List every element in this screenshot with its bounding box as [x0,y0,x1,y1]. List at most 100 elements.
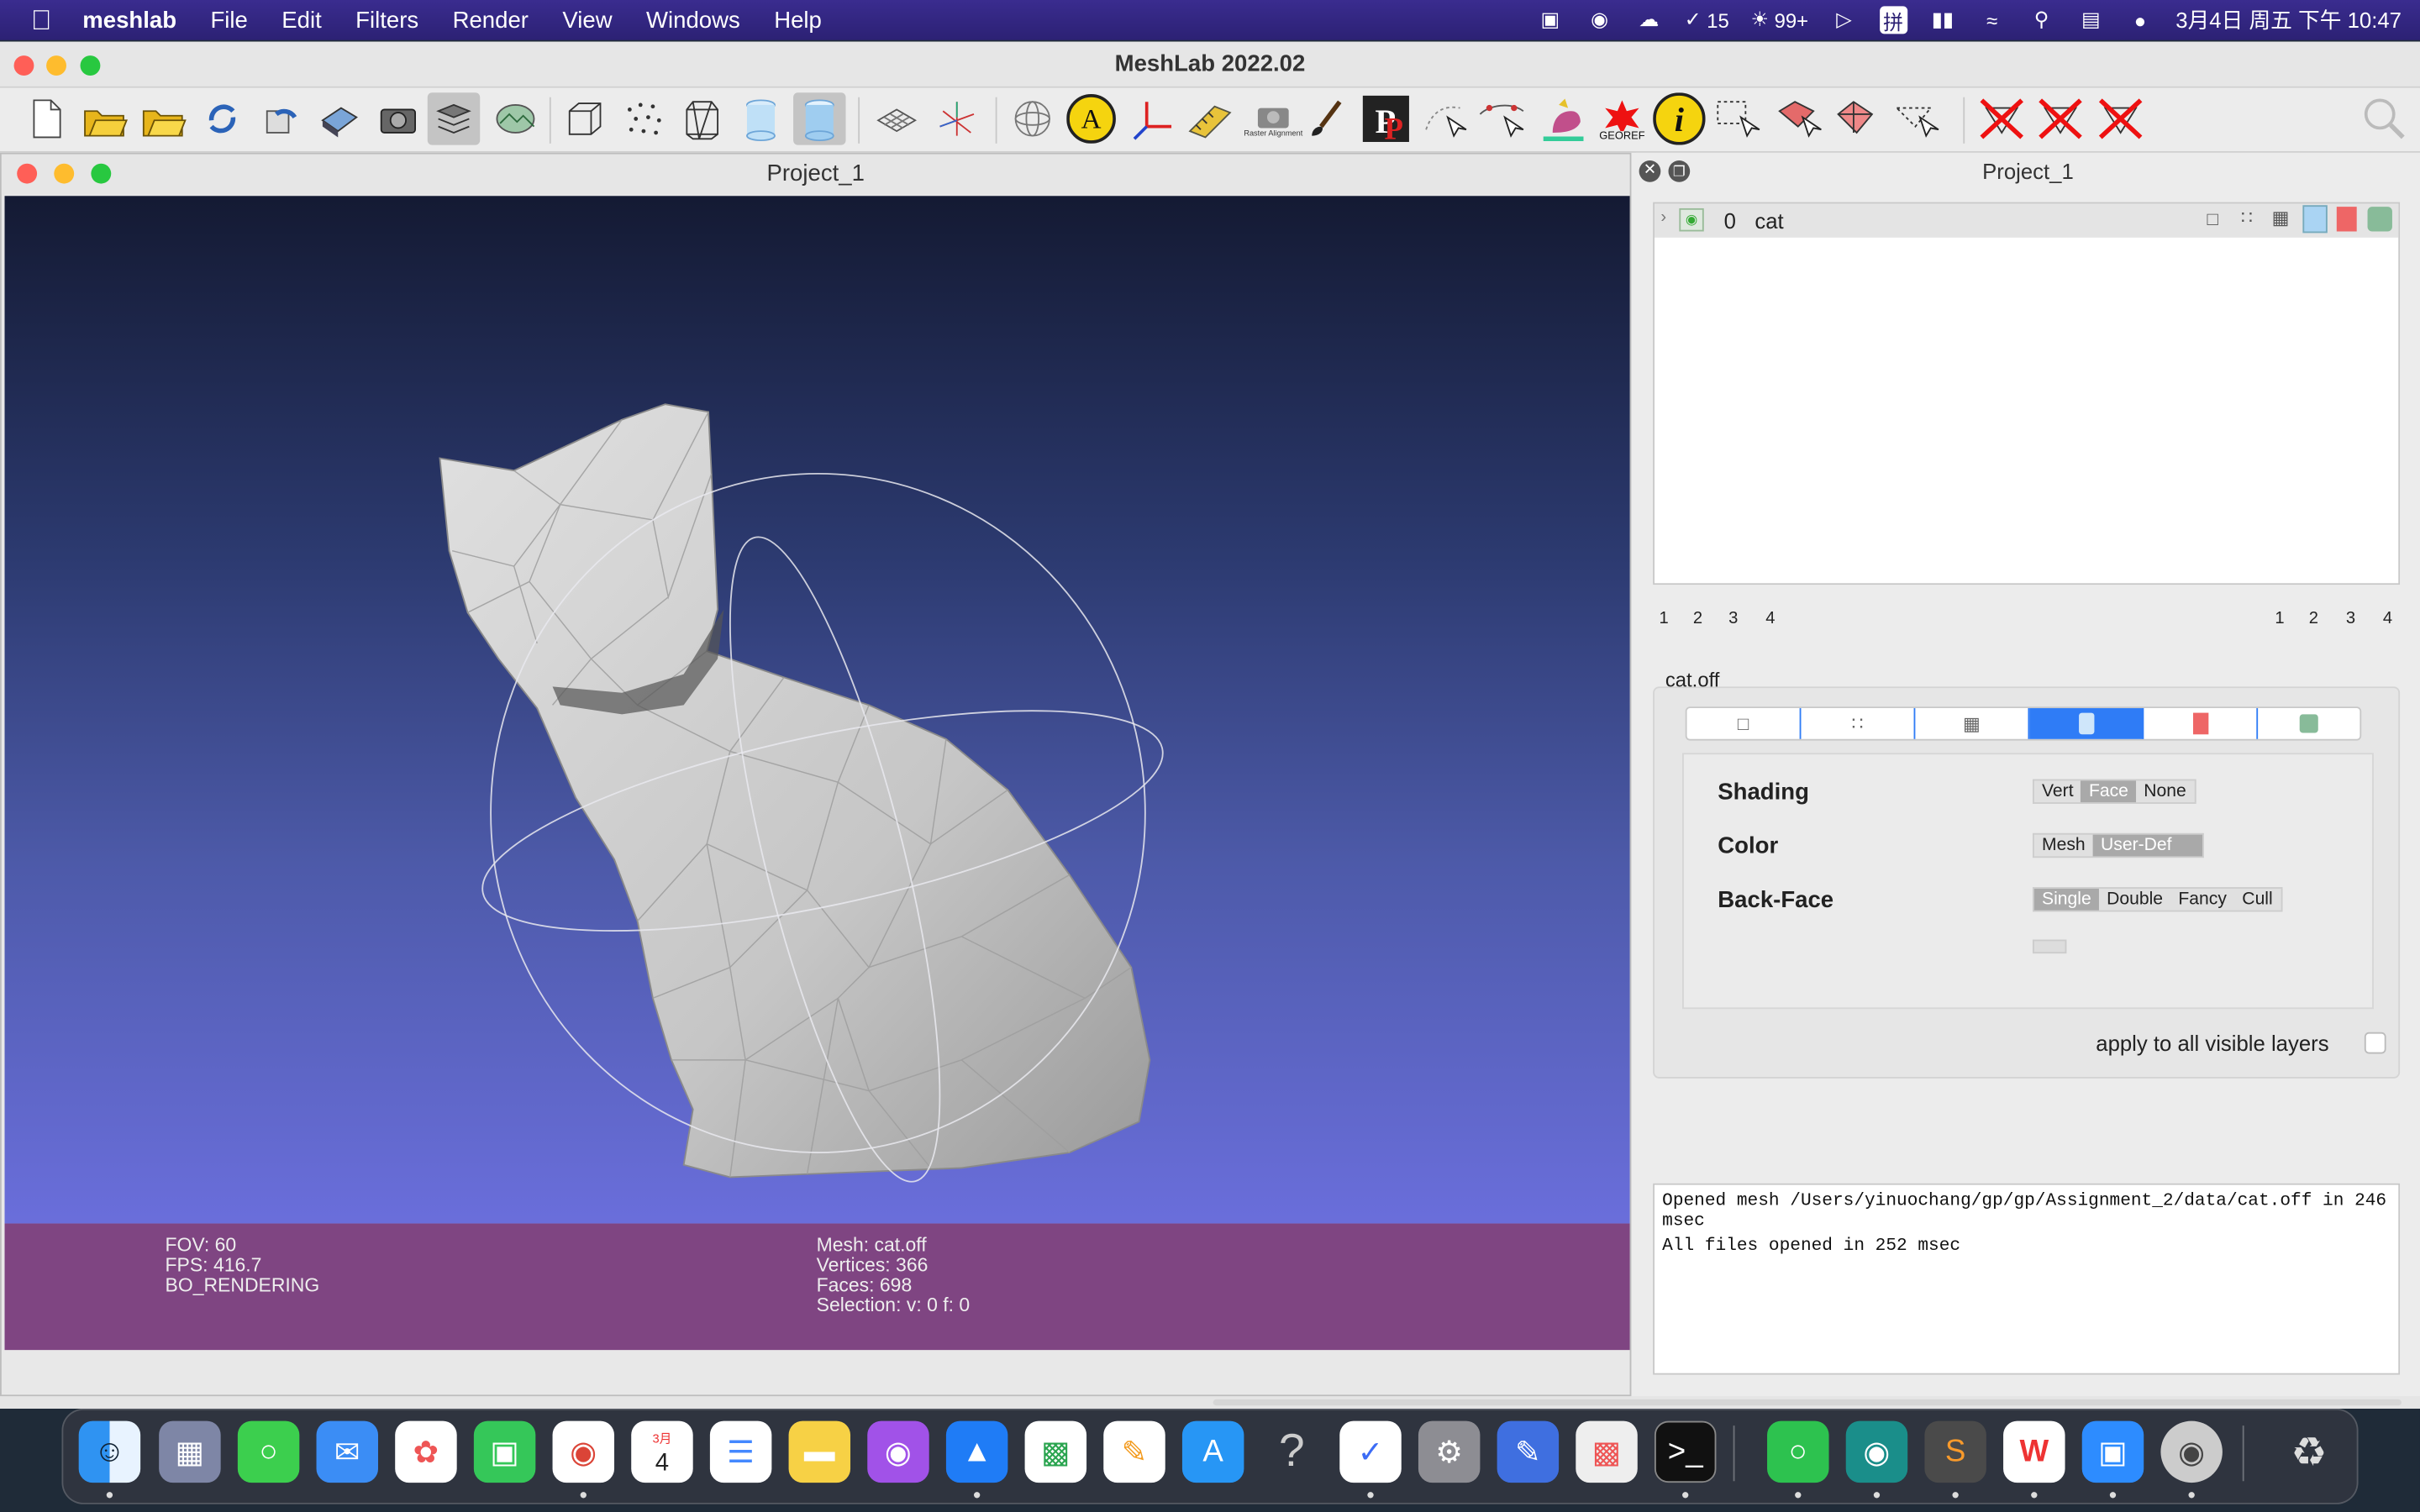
select-rect-icon[interactable] [1712,92,1764,144]
page-right-3[interactable]: 3 [2346,610,2355,628]
select-cursor-icon[interactable] [1891,92,1943,144]
reminders-icon[interactable]: ☰ [709,1420,772,1483]
zoom-window-button[interactable] [80,55,101,76]
minimize-window-button[interactable] [46,55,66,76]
input-method-icon[interactable]: 拼 [1879,6,1907,34]
page-left-2[interactable]: 2 [1693,610,1702,628]
chrome-icon[interactable]: ◉ [552,1420,615,1483]
log-window[interactable]: Opened mesh /Users/yinuochang/gp/gp/Assi… [1653,1183,2401,1375]
app-menu[interactable]: meshlab [82,7,176,33]
reload-all-icon[interactable] [255,92,307,144]
help-icon[interactable]: ? [1261,1421,1323,1483]
info-icon[interactable]: i [1653,92,1706,145]
align-icon[interactable] [1125,92,1177,144]
mode-lighting-button[interactable] [2258,708,2360,739]
mail-icon[interactable]: ✉ [316,1420,378,1483]
mode-texture-button[interactable] [2144,708,2259,739]
facetime-icon[interactable]: ▣ [473,1420,536,1483]
close-panel-icon[interactable]: ✕ [1639,160,1661,182]
play-status-icon[interactable]: ▷ [1830,6,1858,34]
delete-faces-icon[interactable] [2034,92,2086,144]
horizontal-scrollbar[interactable] [1213,1399,2402,1406]
new-project-icon[interactable] [20,92,72,144]
notes-icon[interactable]: ▬ [788,1420,851,1483]
podcasts-icon[interactable]: ◉ [867,1420,929,1483]
annotate-icon[interactable]: A [1065,92,1117,144]
menu-file[interactable]: File [210,7,247,33]
keynote-icon[interactable]: ▲ [945,1420,1008,1483]
numbers-icon[interactable]: ▩ [1024,1420,1087,1483]
sphere-icon[interactable] [1007,92,1059,144]
paint-app-icon[interactable]: ✎ [1497,1420,1560,1483]
open-folder-icon[interactable] [137,92,189,144]
menu-windows[interactable]: Windows [646,7,740,33]
snapshot-icon[interactable] [372,92,424,144]
raster-icon[interactable] [489,92,541,144]
mode-solid-button[interactable] [2029,708,2144,739]
backface-double-option[interactable]: Double [2099,889,2170,911]
layer-texture-icon[interactable] [2336,207,2357,232]
calendar-icon[interactable]: 3月 4 [631,1420,693,1483]
georef-icon[interactable]: GEOREF [1594,92,1649,144]
shading-face-option[interactable]: Face [2081,780,2137,803]
apple-icon[interactable]:  [31,4,52,37]
reload-icon[interactable] [196,92,248,144]
select-faces-icon[interactable] [1773,92,1825,144]
color-swatch-button[interactable] [2032,939,2067,954]
bbox-icon[interactable] [559,92,611,144]
photos-icon[interactable]: ✿ [395,1420,457,1483]
close-project-button[interactable] [17,163,38,184]
layer-lighting-icon[interactable] [2367,207,2392,232]
backface-fancy-option[interactable]: Fancy [2170,889,2234,911]
page-right-2[interactable]: 2 [2309,610,2318,628]
layer-bbox-icon[interactable]: □ [2207,208,2218,230]
mode-wireframe-button[interactable]: ▦ [1915,708,2030,739]
network-app-icon[interactable]: ◉ [1845,1420,1908,1483]
menu-help[interactable]: Help [774,7,822,33]
control-center-icon[interactable]: ▤ [2077,6,2105,34]
menu-edit[interactable]: Edit [281,7,321,33]
points-icon[interactable] [618,92,670,144]
mode-points-button[interactable]: ∷ [1801,708,1916,739]
smooth-icon[interactable] [793,92,846,145]
page-right-1[interactable]: 1 [2275,610,2284,628]
select-vertices-icon[interactable] [1832,92,1884,144]
delete-vertices-icon[interactable] [2094,92,2146,144]
tasks-icon[interactable]: ✓ [1339,1420,1402,1483]
save-icon[interactable] [313,92,366,144]
search-status-icon[interactable]: ⚲ [2028,6,2055,34]
menu-render[interactable]: Render [453,7,529,33]
messages-icon[interactable]: ○ [237,1420,300,1483]
settings-icon[interactable]: ⚙ [1418,1420,1481,1483]
eye-app-icon[interactable]: ◉ [2160,1420,2223,1483]
globe-status-icon[interactable]: ◉ [1586,6,1613,34]
layer-solid-icon[interactable] [2302,205,2328,234]
camera-status-icon[interactable]: ▣ [1536,6,1564,34]
backface-cull-option[interactable]: Cull [2234,889,2281,911]
layer-points-icon[interactable]: ∷ [2241,207,2253,228]
open-icon[interactable] [79,92,131,144]
shading-vert-option[interactable]: Vert [2034,780,2081,802]
mode-bbox-button[interactable]: □ [1687,708,1802,739]
wifi-icon[interactable]: ≈ [1978,6,2006,34]
reminders-status-icon[interactable]: ✓ 15 [1685,6,1729,34]
backface-single-option[interactable]: Single [2033,888,2099,911]
search-icon[interactable] [2359,92,2411,144]
manipulator-icon[interactable] [1418,92,1470,144]
delete-icon[interactable] [1975,92,2028,144]
datetime[interactable]: 3月4日 周五 下午 10:47 [2175,6,2402,34]
pickpoints-icon[interactable]: PP [1360,92,1412,144]
3d-viewport[interactable] [4,196,1630,1224]
minimize-project-button[interactable] [54,163,75,184]
float-panel-icon[interactable]: ❐ [1668,160,1691,182]
trash-icon[interactable]: ♻ [2278,1421,2339,1483]
battery-icon[interactable]: ▮▮ [1928,6,1956,34]
paint-icon[interactable] [1301,92,1353,144]
page-left-3[interactable]: 3 [1728,610,1738,628]
wechat-status-icon[interactable]: ☀ 99+ [1751,6,1809,34]
launchpad-icon[interactable]: ▦ [159,1420,221,1483]
zoom-icon[interactable]: ▣ [2081,1420,2144,1483]
measure-icon[interactable] [1184,92,1236,144]
weather-status-icon[interactable]: ☁ [1635,6,1663,34]
wps-icon[interactable]: W [2003,1420,2065,1483]
